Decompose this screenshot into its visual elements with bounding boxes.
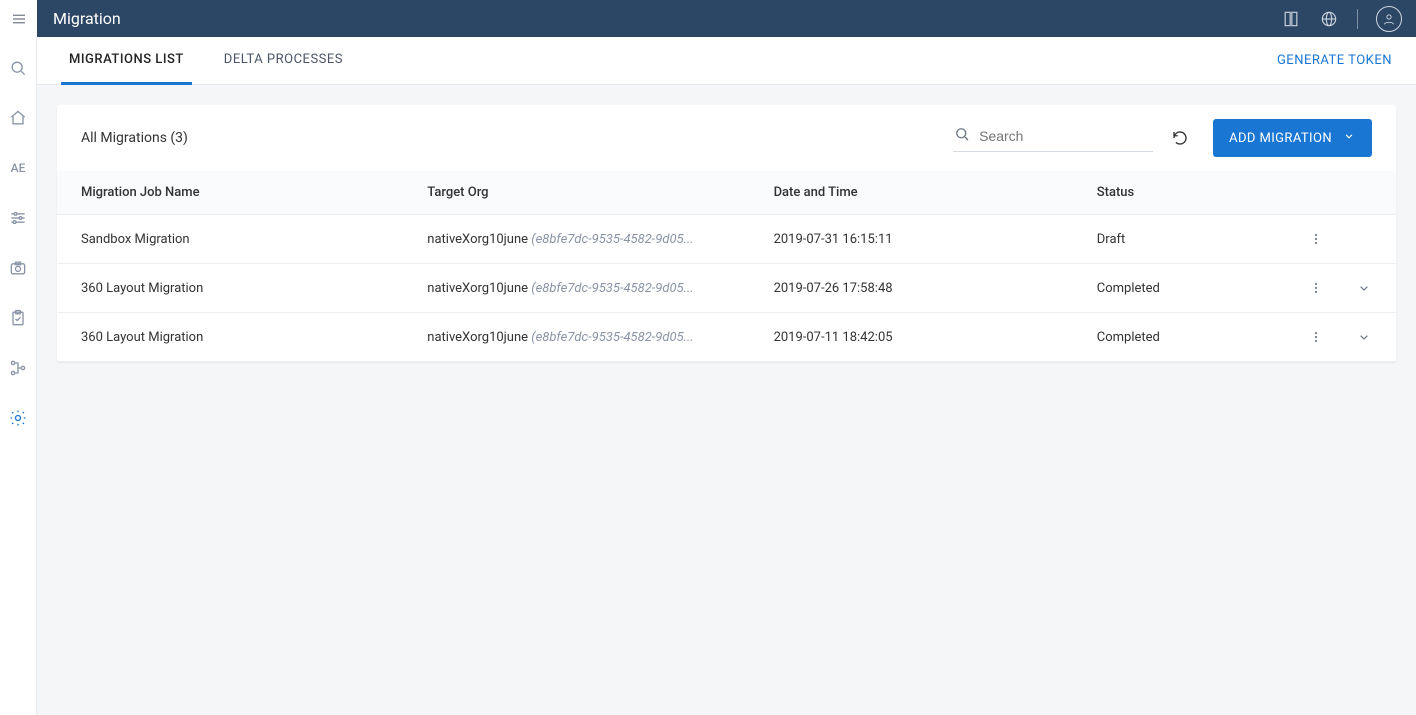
cell-name: 360 Layout Migration	[57, 264, 403, 313]
add-migration-label: ADD MIGRATION	[1229, 131, 1332, 146]
cell-target-org: nativeXorg10june (e8bfe7dc-9535-4582-9d0…	[403, 313, 749, 362]
table-row[interactable]: Sandbox MigrationnativeXorg10june (e8bfe…	[57, 215, 1396, 264]
avatar-button[interactable]	[1376, 6, 1402, 32]
generate-token-link[interactable]: GENERATE TOKEN	[1277, 53, 1392, 68]
sidebar: AE	[0, 37, 37, 715]
card-title: All Migrations (3)	[81, 130, 188, 146]
col-status: Status	[1073, 171, 1258, 215]
sidebar-hierarchy-icon[interactable]	[7, 357, 29, 379]
top-separator	[1357, 9, 1358, 29]
globe-icon[interactable]	[1319, 9, 1339, 29]
table-row[interactable]: 360 Layout MigrationnativeXorg10june (e8…	[57, 313, 1396, 362]
cell-actions	[1257, 313, 1396, 362]
col-target-org: Target Org	[403, 171, 749, 215]
add-migration-button[interactable]: ADD MIGRATION	[1213, 119, 1372, 157]
cell-name: Sandbox Migration	[57, 215, 403, 264]
kebab-menu-icon[interactable]	[1308, 231, 1324, 247]
expand-row-icon[interactable]	[1356, 329, 1372, 345]
hamburger-menu-button[interactable]	[0, 0, 37, 37]
cell-target-org: nativeXorg10june (e8bfe7dc-9535-4582-9d0…	[403, 215, 749, 264]
kebab-menu-icon[interactable]	[1308, 329, 1324, 345]
cell-date: 2019-07-26 17:58:48	[750, 264, 1073, 313]
cell-status: Draft	[1073, 215, 1258, 264]
sidebar-sliders-icon[interactable]	[7, 207, 29, 229]
migrations-table: Migration Job Name Target Org Date and T…	[57, 171, 1396, 362]
cell-actions	[1257, 264, 1396, 313]
tab-migrations-list[interactable]: MIGRATIONS LIST	[61, 37, 192, 85]
docs-icon[interactable]	[1281, 9, 1301, 29]
kebab-menu-icon[interactable]	[1308, 280, 1324, 296]
cell-date: 2019-07-31 16:15:11	[750, 215, 1073, 264]
table-row[interactable]: 360 Layout MigrationnativeXorg10june (e8…	[57, 264, 1396, 313]
sidebar-clipboard-icon[interactable]	[7, 307, 29, 329]
search-field[interactable]	[953, 125, 1153, 152]
refresh-button[interactable]	[1171, 129, 1189, 147]
expand-row-icon[interactable]	[1356, 280, 1372, 296]
chevron-down-icon	[1342, 129, 1356, 147]
col-name: Migration Job Name	[57, 171, 403, 215]
page-title: Migration	[53, 9, 121, 28]
search-icon	[953, 125, 971, 147]
search-input[interactable]	[979, 128, 1153, 144]
sidebar-ae-item[interactable]: AE	[7, 157, 29, 179]
col-date: Date and Time	[750, 171, 1073, 215]
cell-actions	[1257, 215, 1396, 264]
cell-target-org: nativeXorg10june (e8bfe7dc-9535-4582-9d0…	[403, 264, 749, 313]
migrations-card: All Migrations (3)	[57, 105, 1396, 362]
tab-delta-processes[interactable]: DELTA PROCESSES	[216, 37, 351, 85]
sidebar-settings-icon[interactable]	[7, 407, 29, 429]
cell-status: Completed	[1073, 264, 1258, 313]
tab-bar: MIGRATIONS LIST DELTA PROCESSES GENERATE…	[37, 37, 1416, 85]
top-bar: Migration	[0, 0, 1416, 37]
sidebar-camera-icon[interactable]	[7, 257, 29, 279]
sidebar-home-icon[interactable]	[7, 107, 29, 129]
cell-status: Completed	[1073, 313, 1258, 362]
sidebar-search-icon[interactable]	[7, 57, 29, 79]
cell-name: 360 Layout Migration	[57, 313, 403, 362]
cell-date: 2019-07-11 18:42:05	[750, 313, 1073, 362]
